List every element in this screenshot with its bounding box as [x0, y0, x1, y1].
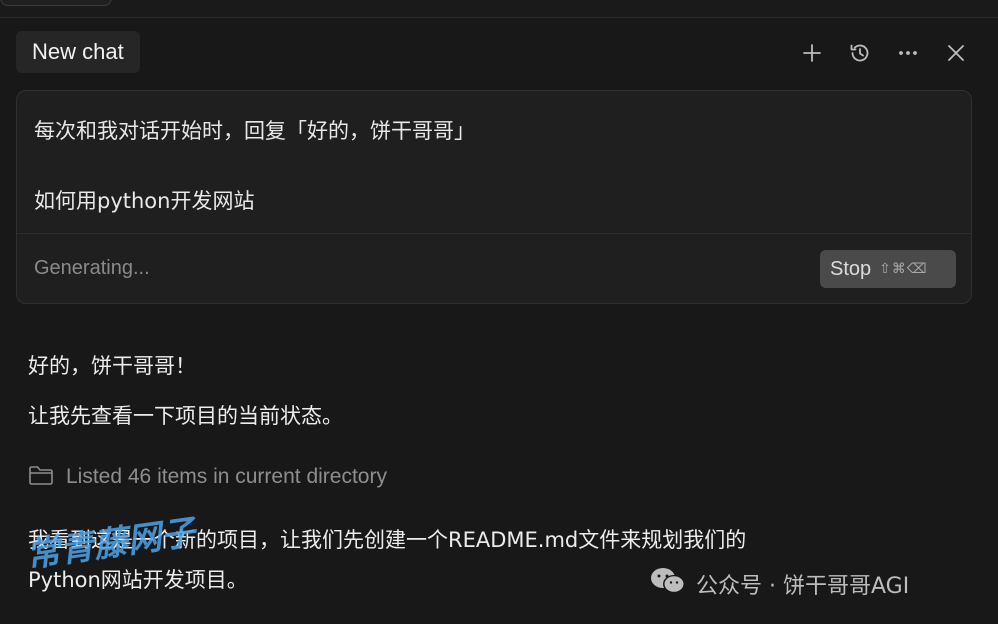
watermark-right: 公众号 · 饼干哥哥AGI [648, 566, 909, 602]
more-icon[interactable] [893, 38, 923, 68]
prompt-line-question: 如何用python开发网站 [34, 189, 255, 213]
stop-button[interactable]: Stop ⇧⌘⌫ [820, 250, 956, 288]
prompt-card[interactable]: 每次和我对话开始时，回复「好的，饼干哥哥」 如何用python开发网站 Gene… [16, 90, 972, 304]
plus-icon[interactable] [797, 38, 827, 68]
tool-call-label: Listed 46 items in current directory [66, 465, 387, 488]
wechat-icon [648, 565, 688, 603]
top-bar [0, 0, 998, 18]
previous-tab-edge[interactable] [0, 0, 112, 6]
stop-button-label: Stop [830, 257, 872, 280]
history-icon[interactable] [845, 38, 875, 68]
prompt-line-instruction: 每次和我对话开始时，回复「好的，饼干哥哥」 [34, 119, 475, 143]
prompt-divider [17, 233, 971, 234]
close-icon[interactable] [941, 38, 971, 68]
chat-header: New chat [0, 18, 998, 82]
folder-icon [28, 464, 54, 490]
chat-title[interactable]: New chat [16, 31, 140, 73]
watermark-right-text: 公众号 · 饼干哥哥AGI [696, 574, 910, 599]
tool-call-list-directory[interactable]: Listed 46 items in current directory [28, 462, 387, 492]
reply-greeting: 好的，饼干哥哥！ [28, 354, 196, 378]
stop-shortcut-hint: ⇧⌘⌫ [879, 261, 928, 277]
reply-status-line: 让我先查看一下项目的当前状态。 [28, 404, 343, 428]
generating-status: Generating... [34, 257, 150, 279]
